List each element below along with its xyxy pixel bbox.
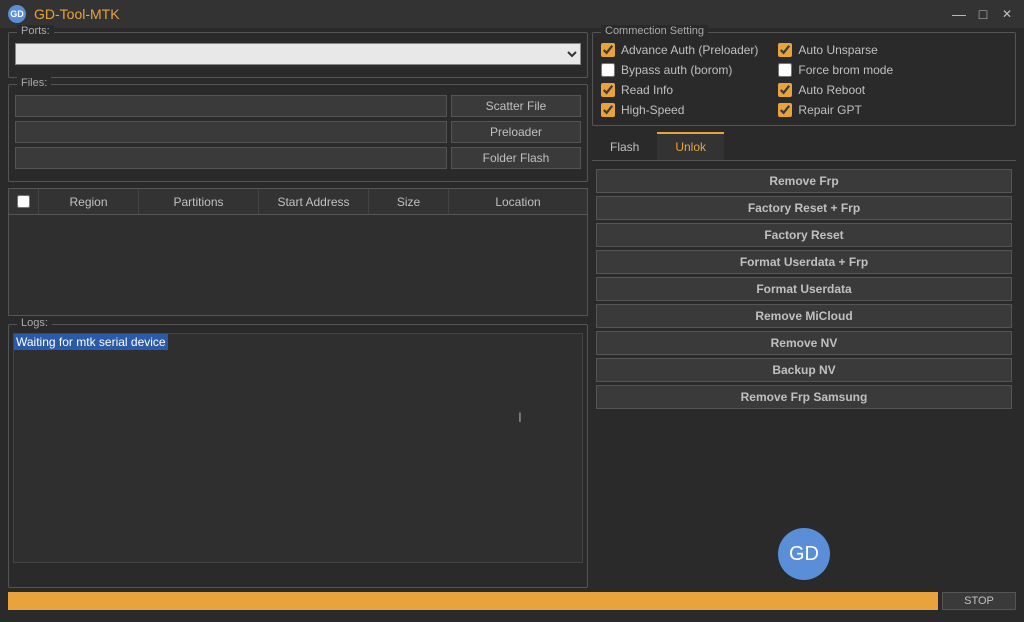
connection-setting-group: Commection Setting Advance Auth (Preload… (592, 32, 1016, 126)
stop-button[interactable]: STOP (942, 592, 1016, 610)
left-panel: Ports: Files: Scatter File Preloader Fol… (8, 32, 588, 588)
tab-flash[interactable]: Flash (592, 132, 657, 160)
app-logo-icon: GD (8, 5, 26, 23)
window-controls: — □ ✕ (950, 5, 1016, 23)
ports-select[interactable] (15, 43, 581, 65)
main-content: Ports: Files: Scatter File Preloader Fol… (0, 28, 1024, 592)
table-header-size: Size (369, 189, 449, 214)
auto-reboot-input[interactable] (778, 83, 792, 97)
read-info-input[interactable] (601, 83, 615, 97)
scatter-file-input[interactable] (15, 95, 447, 117)
folder-flash-input[interactable] (15, 147, 447, 169)
remove-micloud-button[interactable]: Remove MiCloud (596, 304, 1012, 328)
remove-frp-samsung-button[interactable]: Remove Frp Samsung (596, 385, 1012, 409)
logs-label: Logs: (17, 317, 52, 329)
read-info-checkbox[interactable]: Read Info (601, 83, 758, 97)
folder-flash-button[interactable]: Folder Flash (451, 147, 581, 169)
connection-label: Commection Setting (601, 25, 708, 37)
table-header-checkbox (9, 189, 39, 214)
logs-textarea[interactable]: Waiting for mtk serial device I (13, 333, 583, 563)
table-header-start: Start Address (259, 189, 369, 214)
partition-table: Region Partitions Start Address Size Loc… (8, 188, 588, 316)
repair-gpt-input[interactable] (778, 103, 792, 117)
table-header-location: Location (449, 189, 587, 214)
bottom-bar: STOP (0, 592, 1024, 616)
select-all-checkbox[interactable] (17, 195, 30, 208)
table-header-region: Region (39, 189, 139, 214)
repair-gpt-checkbox[interactable]: Repair GPT (778, 103, 893, 117)
maximize-button[interactable]: □ (974, 5, 992, 23)
format-userdata-frp-button[interactable]: Format Userdata + Frp (596, 250, 1012, 274)
tabs: Flash Unlok (592, 132, 1016, 161)
table-body[interactable] (9, 215, 587, 315)
tab-unlock[interactable]: Unlok (657, 132, 724, 160)
titlebar: GD GD-Tool-MTK — □ ✕ (0, 0, 1024, 28)
files-group: Files: Scatter File Preloader Folder Fla… (8, 84, 588, 182)
advance-auth-input[interactable] (601, 43, 615, 57)
high-speed-checkbox[interactable]: High-Speed (601, 103, 758, 117)
auto-unsparse-input[interactable] (778, 43, 792, 57)
remove-nv-button[interactable]: Remove NV (596, 331, 1012, 355)
progress-bar (8, 592, 938, 610)
minimize-button[interactable]: — (950, 5, 968, 23)
ports-label: Ports: (17, 25, 54, 37)
action-buttons: Remove Frp Factory Reset + Frp Factory R… (592, 161, 1016, 417)
brand-logo-icon: GD (778, 528, 830, 580)
factory-reset-button[interactable]: Factory Reset (596, 223, 1012, 247)
high-speed-input[interactable] (601, 103, 615, 117)
close-button[interactable]: ✕ (998, 5, 1016, 23)
right-panel: Commection Setting Advance Auth (Preload… (592, 32, 1016, 588)
remove-frp-button[interactable]: Remove Frp (596, 169, 1012, 193)
table-header-partitions: Partitions (139, 189, 259, 214)
table-header-row: Region Partitions Start Address Size Loc… (9, 189, 587, 215)
preloader-button[interactable]: Preloader (451, 121, 581, 143)
force-brom-input[interactable] (778, 63, 792, 77)
scatter-file-button[interactable]: Scatter File (451, 95, 581, 117)
text-cursor-icon: I (518, 409, 520, 423)
preloader-input[interactable] (15, 121, 447, 143)
backup-nv-button[interactable]: Backup NV (596, 358, 1012, 382)
auto-reboot-checkbox[interactable]: Auto Reboot (778, 83, 893, 97)
logs-group: Logs: Waiting for mtk serial device I (8, 324, 588, 588)
files-label: Files: (17, 77, 51, 89)
app-title: GD-Tool-MTK (34, 6, 950, 22)
bypass-auth-input[interactable] (601, 63, 615, 77)
advance-auth-checkbox[interactable]: Advance Auth (Preloader) (601, 43, 758, 57)
force-brom-checkbox[interactable]: Force brom mode (778, 63, 893, 77)
factory-reset-frp-button[interactable]: Factory Reset + Frp (596, 196, 1012, 220)
auto-unsparse-checkbox[interactable]: Auto Unsparse (778, 43, 893, 57)
format-userdata-button[interactable]: Format Userdata (596, 277, 1012, 301)
logo-area: GD (592, 417, 1016, 588)
log-line: Waiting for mtk serial device (14, 334, 168, 350)
bypass-auth-checkbox[interactable]: Bypass auth (borom) (601, 63, 758, 77)
ports-group: Ports: (8, 32, 588, 78)
